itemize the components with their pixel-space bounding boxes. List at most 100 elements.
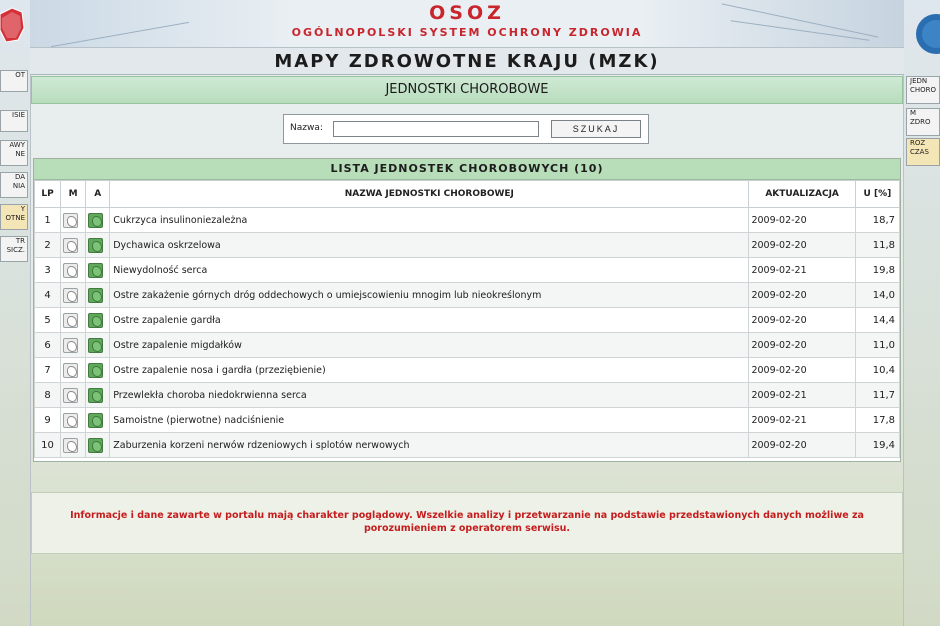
map-outline-icon[interactable] (63, 212, 79, 228)
left-nav-item[interactable]: ÓT (0, 70, 28, 92)
table-row[interactable]: 1 Cukrzyca insulinoniezależna 2009-02-20 18… (33, 207, 901, 233)
disease-name[interactable]: Zaburzenia korzeni nerwów rdzeniowych i … (109, 432, 750, 458)
site-header: OSOZ OGÓLNOPOLSKI SYSTEM OCHRONY ZDROWIA… (30, 0, 904, 75)
map-green-icon[interactable] (88, 312, 104, 328)
search-label: Nazwa: (290, 123, 323, 133)
map-a-cell[interactable] (85, 407, 111, 433)
map-m-cell[interactable] (60, 282, 87, 308)
updated-date: 2009-02-21 (748, 382, 856, 408)
updated-date: 2009-02-20 (748, 432, 856, 458)
map-m-cell[interactable] (60, 307, 87, 333)
left-nav-item[interactable]: DA NIA (0, 172, 28, 198)
table-row[interactable]: 9 Samoistne (pierwotne) nadciśnienie 2009-… (33, 407, 901, 433)
col-header-name[interactable]: NAZWA JEDNOSTKI CHOROBOWEJ (109, 180, 750, 208)
col-header-m: M (60, 180, 87, 208)
disclaimer-box: Informacje i dane zawarte w portalu mają… (31, 492, 903, 554)
disease-table: LP M A NAZWA JEDNOSTKI CHOROBOWEJ AKTUAL… (33, 180, 901, 458)
left-nav-item[interactable]: Y OTNE (0, 204, 28, 230)
map-green-icon[interactable] (88, 212, 104, 228)
right-nav-item[interactable]: M ZDRO (906, 108, 940, 136)
map-m-cell[interactable] (60, 382, 87, 408)
table-row[interactable]: 10 Zaburzenia korzeni nerwów rdzeniowych … (33, 432, 901, 458)
table-row[interactable]: 8 Przewlekła choroba niedokrwienna serca 2… (33, 382, 901, 408)
disease-name[interactable]: Cukrzyca insulinoniezależna (109, 207, 750, 233)
percent-value: 11,8 (854, 232, 901, 258)
disease-name[interactable]: Ostre zapalenie migdałków (109, 332, 750, 358)
disease-name[interactable]: Samoistne (pierwotne) nadciśnienie (109, 407, 750, 433)
disease-name[interactable]: Ostre zapalenie gardła (109, 307, 750, 333)
row-lp: 9 (33, 407, 62, 433)
disease-name[interactable]: Dychawica oskrzelowa (109, 232, 750, 258)
map-green-icon[interactable] (88, 412, 104, 428)
left-nav-item[interactable]: ISIE (0, 110, 28, 132)
map-green-icon[interactable] (88, 287, 104, 303)
map-a-cell[interactable] (85, 357, 111, 383)
map-green-icon[interactable] (88, 262, 104, 278)
disease-list-panel: LISTA JEDNOSTEK CHOROBOWYCH (10) LP M A … (33, 158, 901, 462)
map-m-cell[interactable] (60, 232, 87, 258)
map-outline-icon[interactable] (63, 337, 79, 353)
map-green-icon[interactable] (88, 437, 104, 453)
percent-value: 11,7 (854, 382, 901, 408)
table-row[interactable]: 3 Niewydolność serca 2009-02-21 19,8 (33, 257, 901, 283)
updated-date: 2009-02-20 (748, 332, 856, 358)
poland-logo-icon (0, 7, 25, 43)
col-header-updated[interactable]: AKTUALIZACJA (748, 180, 856, 208)
map-a-cell[interactable] (85, 207, 111, 233)
disease-name[interactable]: Przewlekła choroba niedokrwienna serca (109, 382, 750, 408)
map-a-cell[interactable] (85, 432, 111, 458)
map-outline-icon[interactable] (63, 287, 79, 303)
percent-value: 11,0 (854, 332, 901, 358)
col-header-a: A (85, 180, 111, 208)
table-row[interactable]: 6 Ostre zapalenie migdałków 2009-02-20 11,0 (33, 332, 901, 358)
disease-name[interactable]: Ostre zakażenie górnych dróg oddechowych… (109, 282, 750, 308)
left-nav-item[interactable]: AWY NE (0, 140, 28, 166)
table-row[interactable]: 4 Ostre zakażenie górnych dróg oddechowyc… (33, 282, 901, 308)
map-m-cell[interactable] (60, 257, 87, 283)
search-button[interactable]: SZUKAJ (551, 120, 641, 138)
map-a-cell[interactable] (85, 332, 111, 358)
disease-name[interactable]: Niewydolność serca (109, 257, 750, 283)
map-outline-icon[interactable] (63, 412, 79, 428)
updated-date: 2009-02-20 (748, 357, 856, 383)
map-a-cell[interactable] (85, 257, 111, 283)
map-a-cell[interactable] (85, 382, 111, 408)
map-green-icon[interactable] (88, 237, 104, 253)
col-header-pct[interactable]: U [%] (854, 180, 901, 208)
table-row[interactable]: 2 Dychawica oskrzelowa 2009-02-20 11,8 (33, 232, 901, 258)
map-green-icon[interactable] (88, 387, 104, 403)
map-a-cell[interactable] (85, 232, 111, 258)
table-row[interactable]: 7 Ostre zapalenie nosa i gardła (przezięb… (33, 357, 901, 383)
map-m-cell[interactable] (60, 407, 87, 433)
map-outline-icon[interactable] (63, 312, 79, 328)
map-a-cell[interactable] (85, 282, 111, 308)
map-outline-icon[interactable] (63, 362, 79, 378)
map-m-cell[interactable] (60, 357, 87, 383)
map-a-cell[interactable] (85, 307, 111, 333)
map-green-icon[interactable] (88, 362, 104, 378)
search-panel: Nazwa: SZUKAJ (283, 114, 649, 144)
map-m-cell[interactable] (60, 207, 87, 233)
row-lp: 10 (33, 432, 62, 458)
disease-name[interactable]: Ostre zapalenie nosa i gardła (przeziębi… (109, 357, 750, 383)
percent-value: 19,8 (854, 257, 901, 283)
right-nav-item[interactable]: ROZ CZAS (906, 138, 940, 166)
map-outline-icon[interactable] (63, 437, 79, 453)
map-m-cell[interactable] (60, 432, 87, 458)
percent-value: 10,4 (854, 357, 901, 383)
search-input[interactable] (333, 121, 539, 137)
left-nav-item[interactable]: TR SICZ. (0, 236, 28, 262)
percent-value: 19,4 (854, 432, 901, 458)
map-green-icon[interactable] (88, 337, 104, 353)
map-outline-icon[interactable] (63, 262, 79, 278)
table-row[interactable]: 5 Ostre zapalenie gardła 2009-02-20 14,4 (33, 307, 901, 333)
left-sidebar: ÓT ISIE AWY NE DA NIA Y OTNE TR SICZ. (0, 0, 31, 626)
updated-date: 2009-02-21 (748, 257, 856, 283)
map-m-cell[interactable] (60, 332, 87, 358)
right-nav-item[interactable]: JEDN CHORO (906, 76, 940, 104)
updated-date: 2009-02-20 (748, 282, 856, 308)
map-outline-icon[interactable] (63, 237, 79, 253)
page-title: MAPY ZDROWOTNE KRAJU (MZK) (30, 47, 904, 74)
col-header-lp: LP (33, 180, 62, 208)
map-outline-icon[interactable] (63, 387, 79, 403)
